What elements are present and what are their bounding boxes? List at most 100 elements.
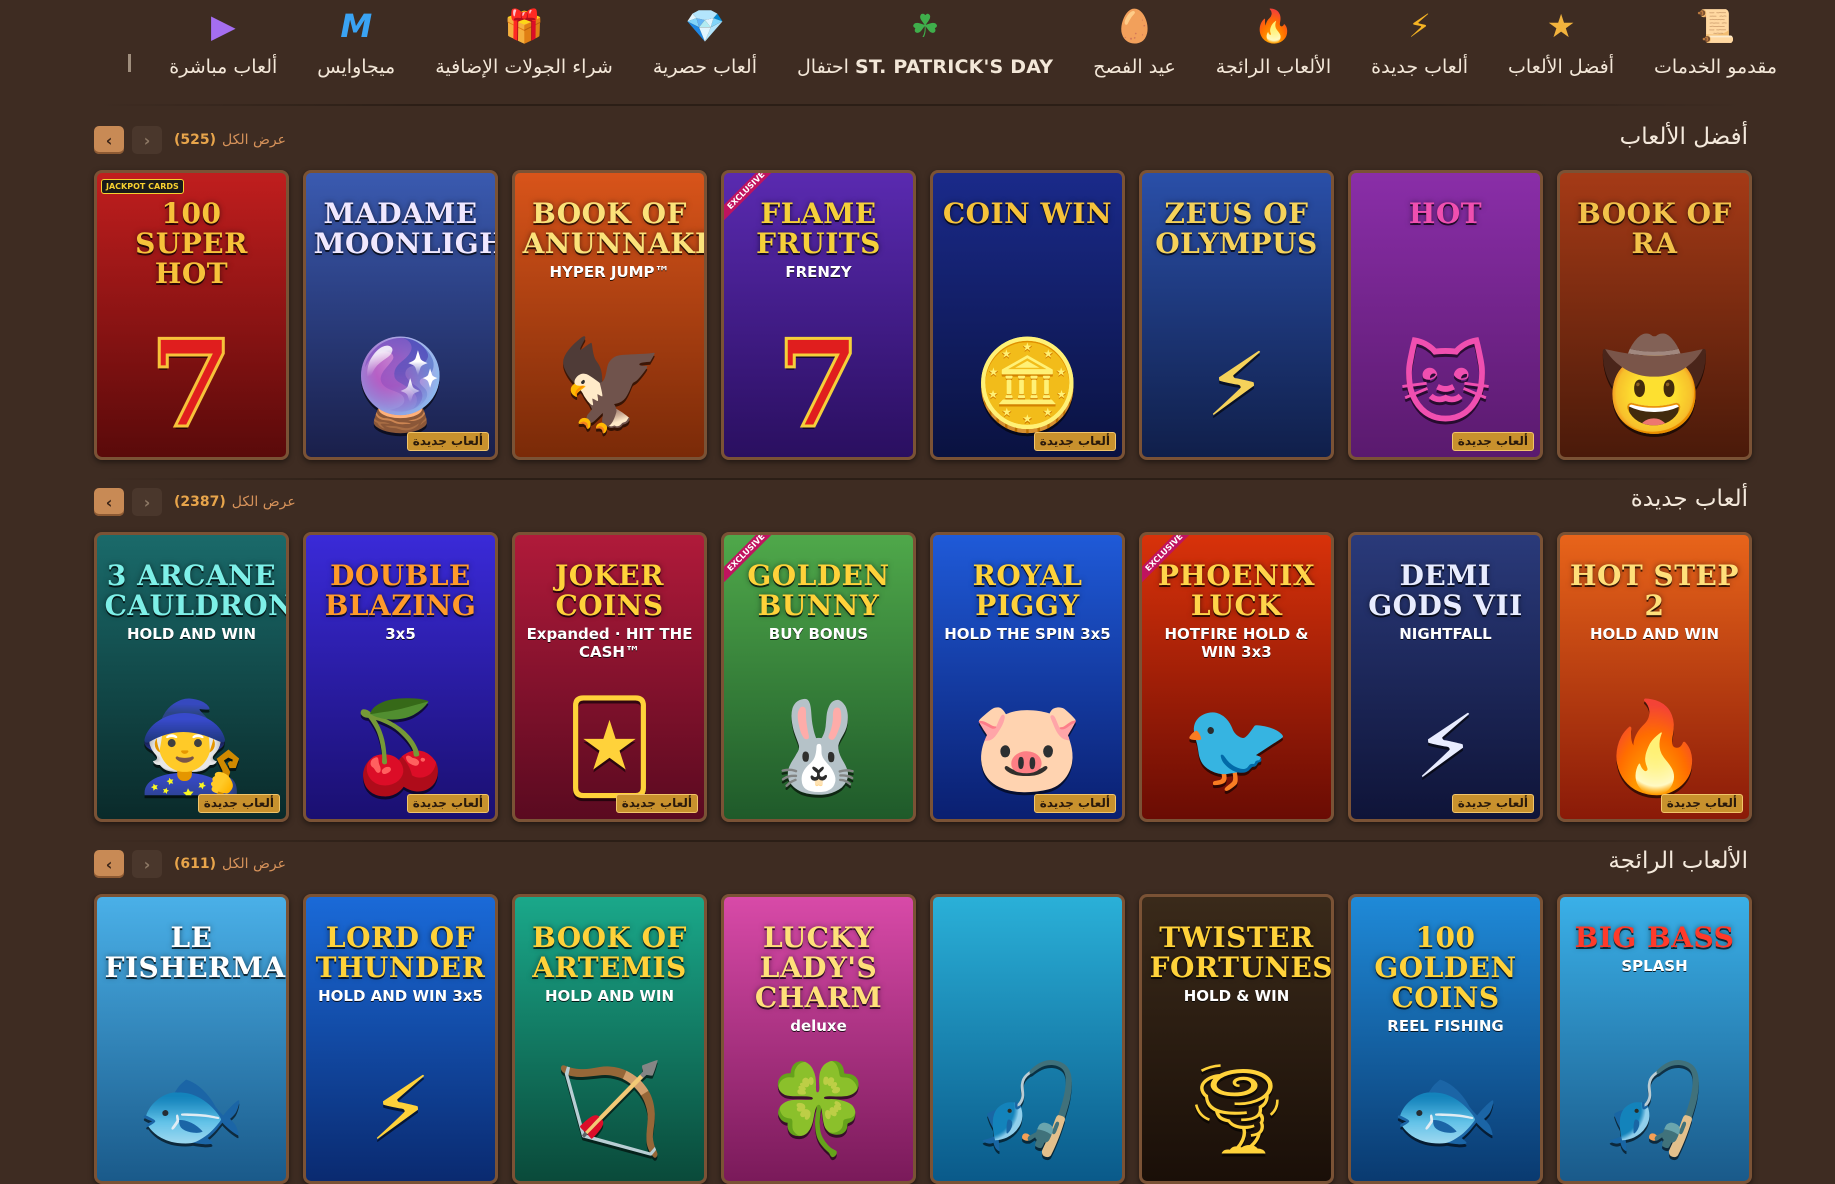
game-emblem-icon: 🍀 xyxy=(763,1057,874,1160)
game-artwork: LE FISHERMAN 🐟 xyxy=(97,897,286,1181)
game-emblem-icon: 🐟 xyxy=(136,1057,247,1160)
game-subtitle: HYPER JUMP™ xyxy=(549,263,670,281)
game-title: DOUBLE BLAZING xyxy=(324,559,477,622)
nav-item-label: ألعاب جديدة xyxy=(1371,56,1469,78)
carousel-next-button[interactable]: › xyxy=(132,488,162,516)
nav-item-fire[interactable]: 🔥 الألعاب الرائجة xyxy=(1216,6,1331,78)
game-card[interactable]: Madame Moonlight 🔮ألعاب جديدة xyxy=(303,170,498,460)
game-card[interactable]: JOKER COINS Expanded · HIT THE CASH™ 🃏 ألعا… xyxy=(512,532,707,822)
nav-item-star[interactable]: ★ أفضل الألعاب xyxy=(1508,6,1614,78)
new-game-badge: ألعاب جديدة xyxy=(1033,794,1116,813)
game-card[interactable]: 100 GOLDEN COINS REEL FISHING 🐟 xyxy=(1348,894,1543,1184)
new-game-badge: ألعاب جديدة xyxy=(1033,432,1116,451)
nav-item-lightning[interactable]: ⚡ ألعاب جديدة xyxy=(1371,6,1468,78)
game-card[interactable]: GOLDEN BUNNY BUY BONUS 🐰 EXCLUSIVE xyxy=(721,532,916,822)
fire-icon: 🔥 xyxy=(1253,7,1294,45)
game-artwork: LORD OF THUNDER HOLD AND WIN 3x5 ⚡ xyxy=(306,897,495,1181)
new-game-badge: ألعاب جديدة xyxy=(1660,794,1743,813)
nav-item-scroll[interactable]: 📜 مقدمو الخدمات xyxy=(1654,6,1777,78)
game-artwork: JOKER COINS Expanded · HIT THE CASH™ 🃏 xyxy=(515,535,704,819)
game-card[interactable]: 3 ARCANE CAULDRONS HOLD AND WIN 🧙ألعاب جدي… xyxy=(94,532,289,822)
game-card[interactable]: 🎣 xyxy=(930,894,1125,1184)
game-card[interactable]: COIN WIN 🪙 ألعاب جديدة xyxy=(930,170,1125,460)
game-card[interactable]: ROYAL PIGGY HOLD THE SPIN 3x5 🐷 ألعاب جديدة xyxy=(930,532,1125,822)
clover-icon: ☘ xyxy=(910,7,940,45)
gift-icon: 🎁 xyxy=(504,7,544,45)
view-all-link[interactable]: (611) عرض الكل xyxy=(174,856,286,872)
new-game-badge: ألعاب جديدة xyxy=(615,794,698,813)
game-emblem-icon: ⚡ xyxy=(1414,695,1477,798)
game-card[interactable]: HOT 🐱 ألعاب جديدة xyxy=(1348,170,1543,460)
section-header: الألعاب الرائجة ‹ › (611) عرض الكل xyxy=(94,842,1748,886)
game-subtitle: HOLD AND WIN xyxy=(544,987,675,1005)
game-subtitle: NIGHTFALL xyxy=(1399,625,1492,643)
game-card[interactable]: PHOENIX LUCK HOTFIRE HOLD & WIN 3x3 🐦 EXCLU… xyxy=(1139,532,1334,822)
game-title: JOKER COINS xyxy=(554,559,665,622)
nav-item-clover[interactable]: ☘ احتفال ST. PATRICK'S DAY xyxy=(797,6,1053,78)
game-artwork: TWISTER FORTUNES HOLD & WIN 🌪 xyxy=(1142,897,1331,1181)
game-artwork: HOT 🐱 xyxy=(1351,173,1540,457)
game-title: 100 GOLDEN COINS xyxy=(1374,921,1517,1014)
game-subtitle: BUY BONUS xyxy=(768,625,869,643)
play-icon: ▶ xyxy=(210,7,236,45)
section-header: أفضل الألعاب ‹ › (525) عرض الكل xyxy=(94,118,1748,162)
game-count: (611) xyxy=(174,856,217,872)
game-title: HOT xyxy=(1408,197,1483,230)
game-card[interactable]: Flame Fruits FRENZY 7 EXCLUSIVE xyxy=(721,170,916,460)
game-card[interactable]: Lucky Lady's Charm deluxe 🍀 xyxy=(721,894,916,1184)
game-artwork: 100 GOLDEN COINS REEL FISHING 🐟 xyxy=(1351,897,1540,1181)
nav-item-label: أفضل الألعاب xyxy=(1508,56,1615,78)
game-title: BOOK OF ARTEMIS xyxy=(532,921,687,984)
game-artwork: 3 ARCANE CAULDRONS HOLD AND WIN 🧙 xyxy=(97,535,286,819)
game-card[interactable]: 100 SUPER HOT 7 JACKPOT CARDS xyxy=(94,170,289,460)
game-card[interactable]: BOOK OF RA 🤠 xyxy=(1557,170,1752,460)
carousel-prev-button[interactable]: ‹ xyxy=(94,126,124,154)
nav-scroll-indicator[interactable] xyxy=(128,54,131,72)
chevron-left-icon: ‹ xyxy=(105,854,113,874)
game-artwork: BIG BASS SPLASH 🎣 xyxy=(1560,897,1749,1181)
carousel-next-button[interactable]: › xyxy=(132,850,162,878)
nav-item-label: ألعاب حصرية xyxy=(652,56,757,78)
game-card[interactable]: BOOK OF ANUNNAKI HYPER JUMP™ 🦅 xyxy=(512,170,707,460)
section-new-games: ألعاب جديدة ‹ › (2387) عرض الكل HOT STEP 2 HOL… xyxy=(94,480,1752,822)
carousel-prev-button[interactable]: ‹ xyxy=(94,850,124,878)
game-subtitle: 3x5 xyxy=(385,625,416,643)
view-all-link[interactable]: (2387) عرض الكل xyxy=(174,494,296,510)
game-emblem-icon: 🐦 xyxy=(1181,695,1292,798)
nav-item-easter-egg[interactable]: 🥚 عيد الفصح xyxy=(1093,6,1176,78)
game-artwork: 🎣 xyxy=(933,897,1122,1181)
new-game-badge: ألعاب جديدة xyxy=(1451,794,1534,813)
carousel-controls: ‹ › (611) عرض الكل xyxy=(94,850,286,878)
game-title: BOOK OF ANUNNAKI xyxy=(522,197,707,260)
game-emblem-icon: ⚡ xyxy=(1205,333,1268,436)
carousel-prev-button[interactable]: ‹ xyxy=(94,488,124,516)
game-subtitle: HOLD AND WIN xyxy=(1589,625,1720,643)
nav-item-megaways[interactable]: M ميجاوايس xyxy=(317,6,395,78)
nav-item-label: ألعاب مباشرة xyxy=(169,56,278,78)
game-card[interactable]: HOT STEP 2 HOLD AND WIN 🔥 ألعاب جديدة xyxy=(1557,532,1752,822)
game-grid: BOOK OF RA 🤠 HOT 🐱 ألعاب جديدة ZEUS OF OLYMPU… xyxy=(94,170,1752,460)
game-card[interactable]: BIG BASS SPLASH 🎣 xyxy=(1557,894,1752,1184)
view-all-link[interactable]: (525) عرض الكل xyxy=(174,132,286,148)
nav-item-gift[interactable]: 🎁 شراء الجولات الإضافية xyxy=(435,6,613,78)
game-artwork: BOOK OF ANUNNAKI HYPER JUMP™ 🦅 xyxy=(515,173,704,457)
game-subtitle: HOLD THE SPIN 3x5 xyxy=(944,625,1111,643)
game-card[interactable]: LE FISHERMAN 🐟 xyxy=(94,894,289,1184)
nav-item-label: الألعاب الرائجة xyxy=(1215,56,1332,78)
carousel-next-button[interactable]: › xyxy=(132,126,162,154)
game-card[interactable]: LORD OF THUNDER HOLD AND WIN 3x5 ⚡ xyxy=(303,894,498,1184)
game-card[interactable]: ZEUS OF OLYMPUS ⚡ xyxy=(1139,170,1334,460)
nav-item-play[interactable]: ▶ ألعاب مباشرة xyxy=(169,6,277,78)
new-game-badge: ألعاب جديدة xyxy=(406,432,489,451)
game-count: (2387) xyxy=(174,494,226,510)
game-card[interactable]: TWISTER FORTUNES HOLD & WIN 🌪 xyxy=(1139,894,1334,1184)
game-artwork: PHOENIX LUCK HOTFIRE HOLD & WIN 3x3 🐦 xyxy=(1142,535,1331,819)
game-emblem-icon: 🌪 xyxy=(1180,1057,1293,1160)
game-title: DEMI GODS VII xyxy=(1368,559,1523,622)
game-card[interactable]: DOUBLE BLAZING 3x5 🍒 ألعاب جديدة xyxy=(303,532,498,822)
game-title: Flame Fruits xyxy=(756,197,881,260)
game-card[interactable]: DEMI GODS VII NIGHTFALL ⚡ ألعاب جديدة xyxy=(1348,532,1543,822)
game-card[interactable]: BOOK OF ARTEMIS HOLD AND WIN 🏹 xyxy=(512,894,707,1184)
nav-item-diamond[interactable]: 💎 ألعاب حصرية xyxy=(653,6,757,78)
nav-item-label: ميجاوايس xyxy=(317,56,396,78)
